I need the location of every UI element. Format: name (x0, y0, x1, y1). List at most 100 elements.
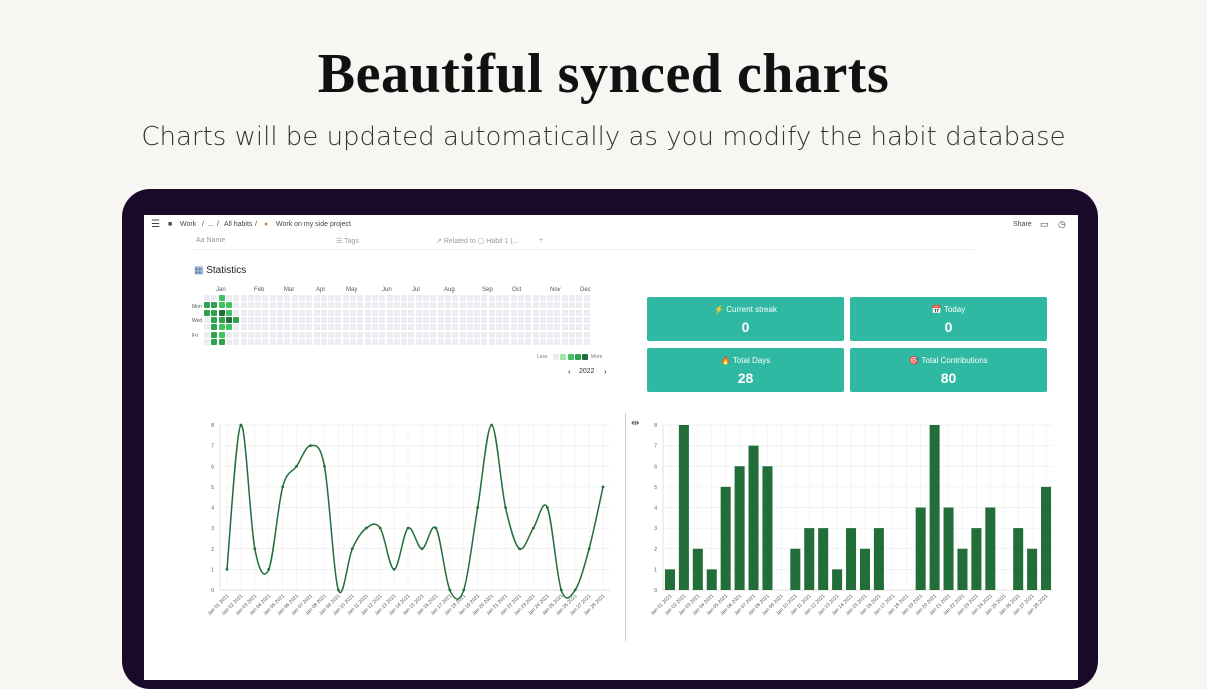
heatmap-cell[interactable] (393, 338, 400, 345)
heatmap-cell[interactable] (269, 324, 276, 331)
heatmap-cell[interactable] (277, 331, 283, 338)
heatmap-cell[interactable] (547, 331, 554, 338)
heatmap-cell[interactable] (335, 302, 342, 309)
heatmap-cell[interactable] (313, 324, 320, 331)
heatmap-cell[interactable] (298, 295, 305, 301)
menu-icon[interactable]: ☰ (151, 219, 160, 230)
heatmap-cell[interactable] (298, 331, 305, 338)
heatmap-cell[interactable] (306, 331, 313, 338)
heatmap-cell[interactable] (379, 309, 386, 316)
heatmap-cell[interactable] (211, 316, 218, 323)
heatmap-cell[interactable] (539, 338, 546, 345)
heatmap-cell[interactable] (517, 324, 524, 331)
heatmap-cell[interactable] (233, 331, 240, 338)
heatmap-cell[interactable] (328, 316, 335, 323)
heatmap-cell[interactable] (583, 331, 590, 338)
heatmap-cell[interactable] (247, 309, 254, 316)
heatmap-cell[interactable] (488, 331, 495, 338)
heatmap-cell[interactable] (291, 324, 298, 331)
heatmap-cell[interactable] (496, 302, 502, 309)
heatmap-cell[interactable] (554, 302, 561, 309)
heatmap-cell[interactable] (444, 309, 451, 316)
heatmap-cell[interactable] (335, 324, 342, 331)
heatmap-cell[interactable] (481, 316, 488, 323)
heatmap-cell[interactable] (481, 331, 488, 338)
heatmap-cell[interactable] (364, 324, 371, 331)
heatmap-cell[interactable] (393, 331, 400, 338)
heatmap-cell[interactable] (379, 338, 386, 345)
heatmap-cell[interactable] (291, 316, 298, 323)
related-property[interactable]: ↗ Related to ▢ Habit 1 (... (436, 237, 519, 245)
heatmap-cell[interactable] (408, 331, 415, 338)
heatmap-cell[interactable] (306, 295, 313, 301)
heatmap-cell[interactable] (481, 338, 488, 345)
heatmap-cell[interactable] (583, 316, 590, 323)
heatmap-cell[interactable] (211, 309, 218, 316)
heatmap-cell[interactable] (423, 324, 429, 331)
heatmap-cell[interactable] (517, 302, 524, 309)
heatmap-cell[interactable] (247, 324, 254, 331)
heatmap-cell[interactable] (211, 331, 218, 338)
heatmap-cell[interactable] (357, 316, 364, 323)
heatmap-cell[interactable] (583, 309, 590, 316)
heatmap-cell[interactable] (576, 338, 583, 345)
heatmap-cell[interactable] (496, 331, 502, 338)
heatmap-cell[interactable] (503, 324, 510, 331)
heatmap-cell[interactable] (298, 302, 305, 309)
heatmap-cell[interactable] (320, 338, 327, 345)
heatmap-cell[interactable] (466, 316, 473, 323)
heatmap-cell[interactable] (408, 295, 415, 301)
heatmap-cell[interactable] (415, 338, 422, 345)
heatmap-cell[interactable] (350, 309, 356, 316)
heatmap-cell[interactable] (393, 309, 400, 316)
heatmap-cell[interactable] (306, 338, 313, 345)
heatmap-cell[interactable] (496, 324, 502, 331)
heatmap-cell[interactable] (561, 331, 568, 338)
heatmap-cell[interactable] (547, 338, 554, 345)
heatmap-cell[interactable] (539, 324, 546, 331)
heatmap-cell[interactable] (488, 309, 495, 316)
heatmap-cell[interactable] (481, 324, 488, 331)
heatmap-cell[interactable] (291, 331, 298, 338)
heatmap-cell[interactable] (437, 309, 444, 316)
heatmap-cell[interactable] (269, 309, 276, 316)
heatmap-cell[interactable] (204, 324, 210, 331)
heatmap-cell[interactable] (569, 316, 575, 323)
heatmap-cell[interactable] (386, 316, 393, 323)
heatmap-cell[interactable] (284, 295, 291, 301)
heatmap-cell[interactable] (569, 302, 575, 309)
heatmap-cell[interactable] (510, 324, 517, 331)
heatmap-cell[interactable] (364, 295, 371, 301)
heatmap-cell[interactable] (284, 316, 291, 323)
heatmap-cell[interactable] (371, 309, 378, 316)
heatmap-cell[interactable] (569, 309, 575, 316)
heatmap-cell[interactable] (444, 295, 451, 301)
heatmap-cell[interactable] (218, 324, 225, 331)
heatmap-cell[interactable] (262, 331, 269, 338)
heatmap-cell[interactable] (488, 324, 495, 331)
heatmap-cell[interactable] (525, 316, 532, 323)
heatmap-cell[interactable] (525, 338, 532, 345)
heatmap-cell[interactable] (328, 302, 335, 309)
heatmap-cell[interactable] (218, 295, 225, 301)
heatmap-cell[interactable] (335, 331, 342, 338)
heatmap-cell[interactable] (415, 309, 422, 316)
heatmap-cell[interactable] (350, 316, 356, 323)
heatmap-cell[interactable] (277, 324, 283, 331)
heatmap-cell[interactable] (488, 338, 495, 345)
heatmap-cell[interactable] (255, 324, 262, 331)
heatmap-cell[interactable] (554, 295, 561, 301)
heatmap-cell[interactable] (291, 302, 298, 309)
heatmap-cell[interactable] (481, 295, 488, 301)
heatmap-cell[interactable] (488, 316, 495, 323)
heatmap-cell[interactable] (306, 324, 313, 331)
heatmap-cell[interactable] (233, 316, 240, 323)
heatmap-cell[interactable] (291, 338, 298, 345)
name-property[interactable]: Aa Name (196, 237, 225, 244)
heatmap-cell[interactable] (240, 338, 247, 345)
heatmap-cell[interactable] (277, 338, 283, 345)
heatmap-cell[interactable] (525, 324, 532, 331)
heatmap-cell[interactable] (415, 324, 422, 331)
heatmap-cell[interactable] (408, 309, 415, 316)
heatmap-cell[interactable] (291, 309, 298, 316)
